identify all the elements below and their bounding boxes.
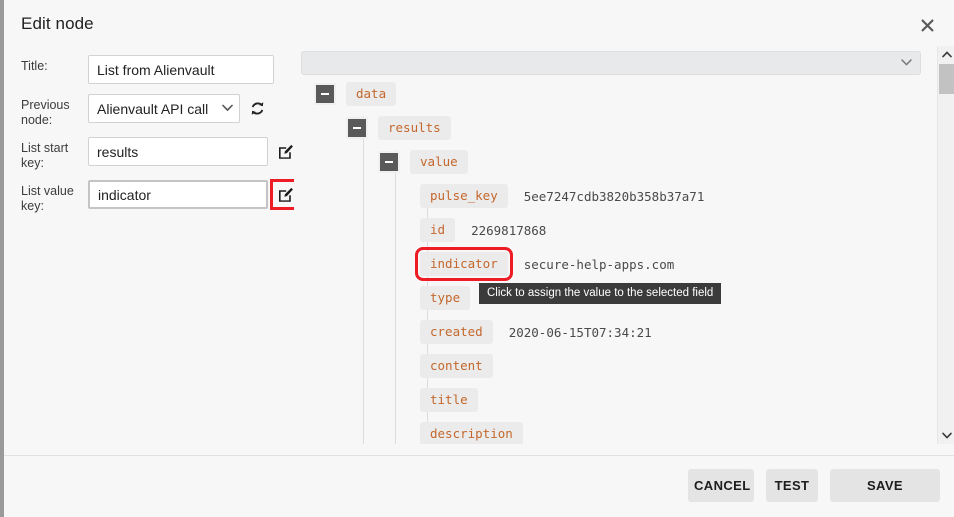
refresh-icon[interactable] bbox=[248, 100, 266, 118]
previous-node-select[interactable] bbox=[88, 94, 240, 123]
field-list-value-key: List value key: bbox=[21, 179, 301, 214]
tree-node: indicator secure-help-apps.com bbox=[415, 247, 675, 281]
tree-node-key[interactable]: indicator bbox=[415, 247, 513, 281]
assign-value-tooltip: Click to assign the value to the selecte… bbox=[479, 283, 722, 304]
collapse-toggle-icon[interactable] bbox=[314, 83, 336, 105]
field-title-label: Title: bbox=[21, 59, 48, 73]
tree-node: description bbox=[420, 422, 523, 444]
scroll-down-icon[interactable] bbox=[938, 427, 954, 444]
tree-node: pulse_key 5ee7247cdb3820b358b37a71 bbox=[420, 184, 704, 208]
test-button[interactable]: TEST bbox=[766, 469, 818, 502]
close-icon[interactable] bbox=[914, 12, 940, 38]
tree-node-key[interactable]: data bbox=[346, 82, 397, 106]
chevron-down-icon-topbar bbox=[901, 56, 912, 69]
tree-node-value[interactable]: 2020-06-15T07:34:21 bbox=[509, 325, 652, 340]
edit-icon-list-start-key[interactable] bbox=[277, 143, 294, 160]
tree-node: content bbox=[420, 354, 493, 378]
field-list-start-key: List start key: bbox=[21, 137, 293, 171]
scrollbar-thumb[interactable] bbox=[939, 64, 954, 94]
collapse-toggle-icon[interactable] bbox=[378, 151, 400, 173]
field-previous-node-label: Previous node: bbox=[21, 98, 70, 127]
tree-node: data bbox=[314, 82, 397, 106]
tree-node-key[interactable]: id bbox=[420, 218, 456, 242]
tree-node-value[interactable]: 2269817868 bbox=[471, 223, 546, 238]
dialog-actions: CANCEL TEST SAVE bbox=[688, 469, 940, 502]
json-tree-panel: data results value pulse_key 5ee7247cdb3820b… bbox=[294, 46, 942, 444]
tree-node: created 2020-06-15T07:34:21 bbox=[420, 320, 652, 344]
tree-node: title bbox=[420, 388, 478, 412]
save-button[interactable]: SAVE bbox=[830, 469, 940, 502]
field-list-start-key-label: List start key: bbox=[21, 141, 69, 170]
tree-node-key[interactable]: results bbox=[378, 116, 451, 140]
tree-node: results bbox=[346, 116, 451, 140]
tree-node-key[interactable]: content bbox=[420, 354, 493, 378]
field-title: Title: bbox=[21, 55, 283, 85]
tree-node: value bbox=[378, 150, 468, 174]
scroll-up-icon[interactable] bbox=[938, 46, 954, 63]
tree-node: id 2269817868 bbox=[420, 218, 546, 242]
list-value-key-input[interactable] bbox=[88, 180, 268, 209]
tree-node-value[interactable]: secure-help-apps.com bbox=[524, 257, 675, 272]
tree-node-key[interactable]: title bbox=[420, 388, 478, 412]
tree-node-key[interactable]: pulse_key bbox=[420, 184, 508, 208]
cancel-button[interactable]: CANCEL bbox=[688, 469, 754, 502]
json-root-selector[interactable] bbox=[301, 51, 921, 75]
node-settings-form: Title: Previous node: bbox=[21, 55, 301, 223]
tree-node-key[interactable]: type bbox=[420, 286, 471, 310]
tree-guide-line bbox=[395, 150, 396, 444]
edit-icon-list-value-key[interactable] bbox=[270, 179, 301, 210]
tree-node-value[interactable]: 5ee7247cdb3820b358b37a71 bbox=[524, 189, 705, 204]
dialog-title: Edit node bbox=[21, 14, 94, 33]
collapse-toggle-icon[interactable] bbox=[346, 117, 368, 139]
tree-node-key[interactable]: created bbox=[420, 320, 493, 344]
edit-node-dialog: Edit node Title: Previous node: bbox=[0, 0, 954, 517]
tree-vertical-scrollbar[interactable] bbox=[937, 46, 954, 444]
field-previous-node: Previous node: bbox=[21, 94, 283, 128]
list-start-key-input[interactable] bbox=[88, 137, 268, 166]
tree-node-key[interactable]: value bbox=[410, 150, 468, 174]
title-input[interactable] bbox=[88, 55, 274, 84]
field-list-value-key-label: List value key: bbox=[21, 184, 74, 213]
tree-node-key[interactable]: description bbox=[420, 422, 523, 444]
json-tree: data results value pulse_key 5ee7247cdb3820b… bbox=[294, 82, 922, 444]
tree-guide-line bbox=[363, 116, 364, 444]
footer-divider bbox=[4, 455, 954, 456]
